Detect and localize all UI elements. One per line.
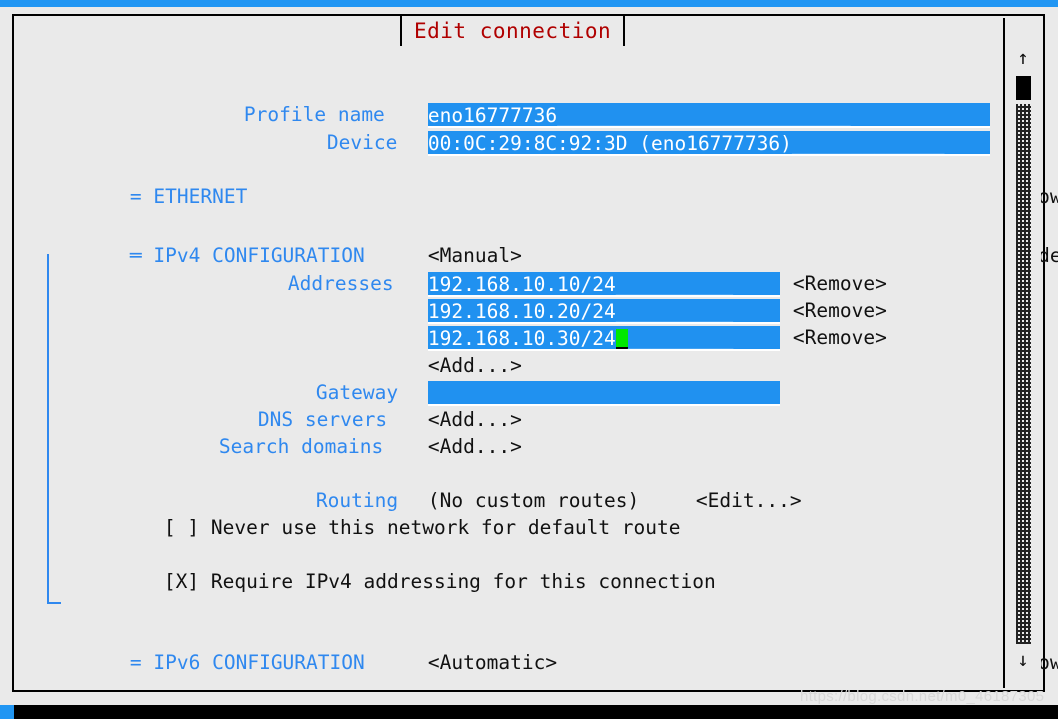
ipv4-expand-marker: ═ (129, 244, 142, 267)
scroll-down-arrow-icon[interactable]: ↓ (1005, 648, 1041, 672)
dialog-content: Profile name eno16777736________________… (14, 42, 1058, 690)
text-cursor (615, 328, 628, 349)
routing-edit-button[interactable]: <Edit...> (602, 460, 802, 512)
scroll-up-arrow-icon[interactable]: ↑ (1005, 46, 1041, 70)
address-add-button[interactable]: <Add...> (334, 325, 522, 377)
ipv4-tree-line (47, 254, 49, 604)
ethernet-collapse-marker: = (129, 185, 142, 208)
device-value: 00:0C:29:8C:92:3D (eno16777736) (427, 132, 792, 155)
bottom-bar-accent (0, 705, 14, 719)
never-default-route-label: Never use this network for default route (210, 516, 681, 539)
section-ipv4[interactable]: ═ IPv4 CONFIGURATION (36, 215, 365, 267)
ipv6-mode-select[interactable]: <Automatic> (334, 622, 557, 674)
search-domains-add-button[interactable]: <Add...> (334, 406, 522, 458)
edit-connection-dialog: Edit connection Profile name eno16777736… (12, 14, 1058, 692)
section-ethernet[interactable]: = ETHERNET (36, 156, 247, 208)
bottom-bar (0, 705, 1058, 719)
ipv6-collapse-marker: = (129, 651, 142, 674)
ethernet-section-label: ETHERNET (153, 185, 248, 208)
terminal-screen: Edit connection Profile name eno16777736… (0, 0, 1058, 719)
gateway-field-row[interactable] (334, 352, 780, 406)
section-ipv6[interactable]: = IPv6 CONFIGURATION (36, 622, 365, 674)
device-fill: _____________ (791, 132, 945, 155)
watermark: https://blog.csdn.net/m0_46187305 (800, 688, 1045, 705)
never-default-route-box: [ ] (163, 516, 200, 539)
address-remove-button-2[interactable]: <Remove> (699, 270, 887, 322)
address-remove-button-3[interactable]: <Remove> (699, 297, 887, 349)
device-field-row[interactable]: 00:0C:29:8C:92:3D (eno16777736)_________… (334, 102, 990, 156)
dialog-title-text: Edit connection (414, 18, 612, 43)
scrollbar-trough[interactable] (1016, 104, 1031, 644)
profile-name-field-row[interactable]: eno16777736_________________________ (334, 74, 990, 128)
device-input[interactable]: 00:0C:29:8C:92:3D (eno16777736)_________… (427, 131, 990, 156)
ipv6-mode-value: <Automatic> (427, 651, 558, 674)
vertical-scrollbar[interactable]: ↑ ↓ (1003, 18, 1041, 688)
require-ipv4-label: Require IPv4 addressing for this connect… (210, 570, 716, 593)
never-default-route-checkbox[interactable]: [ ] Never use this network for default r… (70, 487, 681, 539)
routing-edit-label: <Edit...> (695, 489, 802, 512)
require-ipv4-checkbox[interactable]: [X] Require IPv4 addressing for this con… (70, 541, 716, 593)
ipv4-mode-select[interactable]: <Manual> (334, 215, 522, 267)
scrollbar-thumb[interactable] (1016, 76, 1031, 100)
dns-servers-add-button[interactable]: <Add...> (334, 379, 522, 431)
top-accent-strip (0, 0, 1058, 7)
require-ipv4-box: [X] (163, 570, 200, 593)
routing-status-row: (No custom routes) (334, 460, 639, 512)
search-domains-add-label: <Add...> (427, 435, 522, 458)
address-remove-button-1[interactable]: <Remove> (699, 243, 887, 295)
address-remove-label-3: <Remove> (792, 326, 887, 349)
dialog-title: Edit connection (400, 16, 626, 46)
ipv4-tree-foot (47, 602, 61, 604)
